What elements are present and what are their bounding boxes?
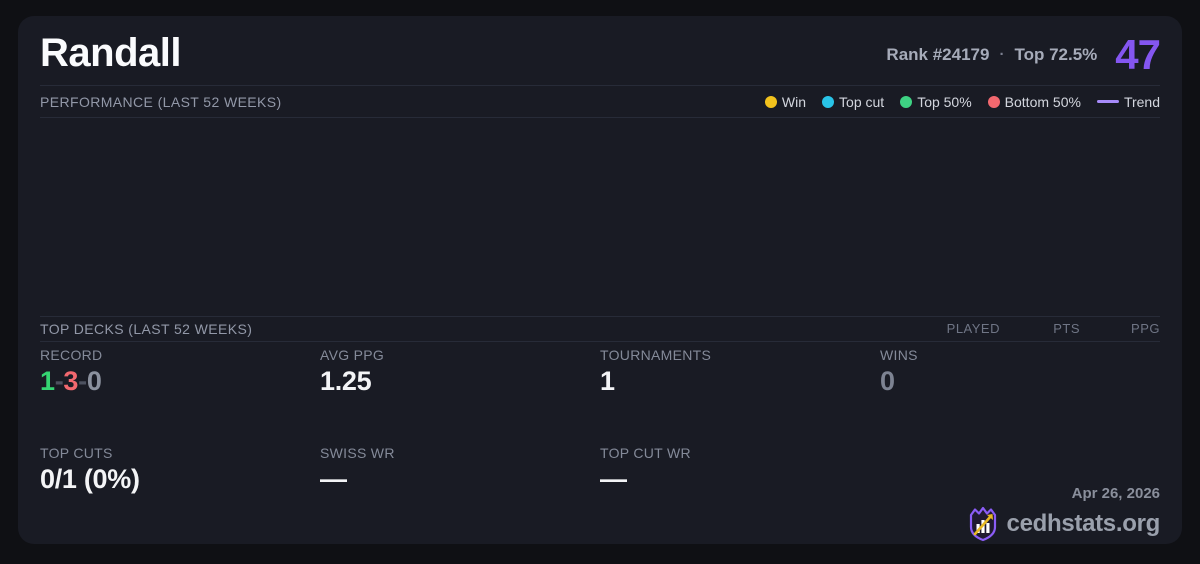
win-dot-icon [764,95,777,108]
top-percent: Top 72.5% [1014,44,1098,64]
stat-value: 0/1 (0%) [40,464,140,495]
stat-swiss-wr: SWISS WR — [320,445,600,544]
stat-value: — [320,464,347,495]
stat-value: 1 [600,365,615,396]
card-footer: Apr 26, 2026 cedhstats.org [880,445,1160,544]
rank-separator: · [999,46,1005,63]
stat-label: RECORD [40,346,103,363]
card-header: Randall Rank #24179 · Top 72.5% 47 [40,16,1161,85]
brand: cedhstats.org [967,506,1160,542]
chart-legend: Win Top cut Top 50% Bottom 50% Trend [764,93,1160,110]
stat-top-cuts: TOP CUTS 0/1 (0%) [40,445,320,544]
player-stats-card: Randall Rank #24179 · Top 72.5% 47 PERFO… [18,16,1182,544]
stat-top-cut-wr: TOP CUT WR — [600,445,880,544]
stat-tournaments: TOURNAMENTS 1 [600,347,880,446]
cedhstats-shield-logo-icon [969,506,996,542]
stat-label: TOP CUT WR [600,445,691,462]
performance-chart [40,118,1160,316]
top-50-dot-icon [900,95,913,108]
top-decks-columns: PLAYED PTS PPG [920,321,1160,336]
legend-item-trend: Trend [1096,93,1160,110]
player-name: Randall [40,31,181,75]
stats-grid: RECORD 1-3-0 AVG PPG 1.25 TOURNAMENTS 1 … [40,342,1160,545]
stat-label: TOURNAMENTS [600,346,712,363]
rank-line: Rank #24179 · Top 72.5% [886,45,1097,65]
performance-section-header: PERFORMANCE (LAST 52 WEEKS) Win Top cut … [40,86,1160,117]
top-decks-label: TOP DECKS (LAST 52 WEEKS) [40,320,253,337]
record-draws: 0 [86,365,102,396]
top-cut-dot-icon [822,95,835,108]
record-sep: - [78,365,87,396]
player-score: 47 [1115,30,1161,78]
header-rank-group: Rank #24179 · Top 72.5% 47 [886,23,1161,79]
trend-line-icon [1096,100,1119,103]
legend-item-top-50: Top 50% [900,93,972,110]
legend-label: Win [781,93,807,110]
record-wins: 1 [40,365,55,396]
stat-label: WINS [880,346,918,363]
legend-item-bottom-50: Bottom 50% [987,93,1081,110]
stat-value: 1.25 [320,365,372,396]
record-value: 1-3-0 [40,366,320,397]
stat-wins: WINS 0 [880,347,1160,446]
column-ppg: PPG [1131,321,1160,336]
stat-avg-ppg: AVG PPG 1.25 [320,347,600,446]
snapshot-date: Apr 26, 2026 [1071,485,1160,502]
rank-value: Rank #24179 [886,44,990,64]
legend-label: Trend [1123,93,1160,110]
legend-label: Top 50% [917,93,972,110]
legend-label: Bottom 50% [1004,93,1081,110]
stat-value: — [600,464,627,495]
stat-label: AVG PPG [320,346,385,363]
stat-record: RECORD 1-3-0 [40,347,320,446]
site-name: cedhstats.org [1006,510,1161,537]
column-pts: PTS [1053,321,1080,336]
top-decks-header: TOP DECKS (LAST 52 WEEKS) PLAYED PTS PPG [40,317,1160,341]
legend-label: Top cut [839,93,885,110]
record-losses: 3 [63,365,79,396]
column-played: PLAYED [946,321,1000,336]
stat-label: SWISS WR [320,445,395,462]
stat-label: TOP CUTS [40,445,113,462]
legend-item-top-cut: Top cut [822,94,884,110]
performance-label: PERFORMANCE (LAST 52 WEEKS) [40,93,282,110]
stat-value: 0 [880,365,895,396]
bottom-50-dot-icon [987,95,1000,108]
legend-item-win: Win [764,93,807,110]
